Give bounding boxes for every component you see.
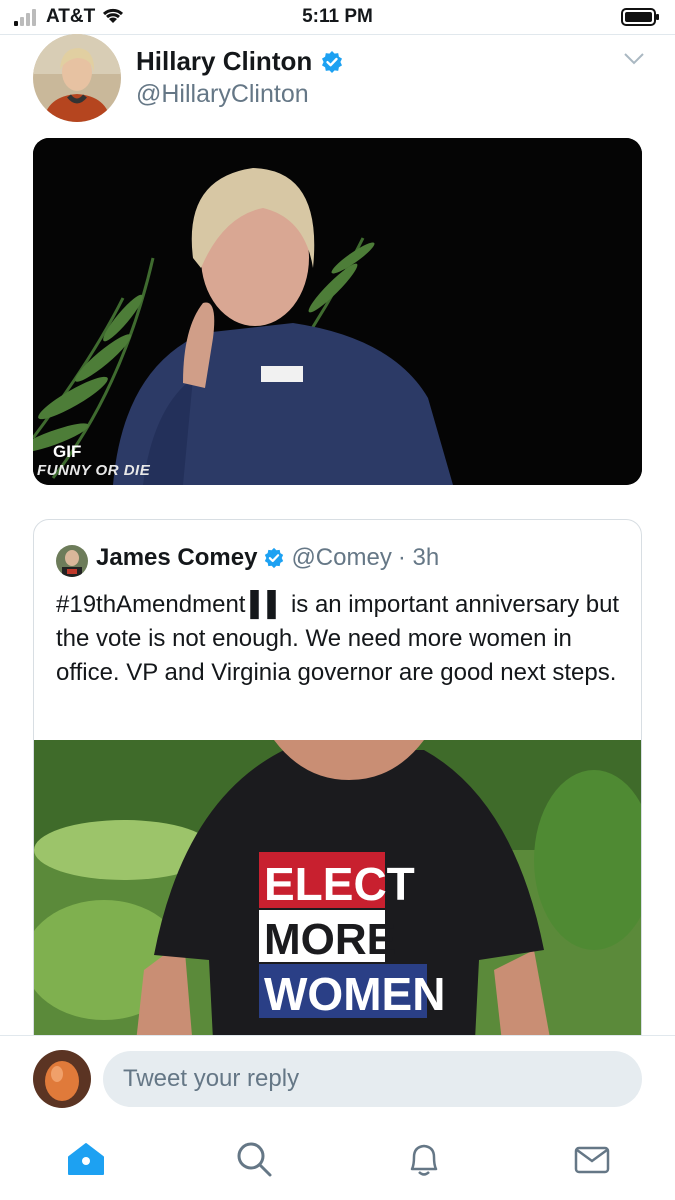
verified-badge-icon <box>322 50 343 73</box>
quoted-tweet[interactable]: James Comey @Comey · 3h #19thAmendment ▌… <box>33 519 642 1061</box>
quoted-header: James Comey @Comey · 3h <box>96 544 439 572</box>
author-handle[interactable]: @HillaryClinton <box>136 80 309 109</box>
verified-badge-icon <box>265 547 284 569</box>
status-bar: AT&T 5:11 PM <box>0 0 675 35</box>
home-icon[interactable] <box>66 1139 106 1179</box>
quoted-author-handle[interactable]: @Comey <box>291 544 391 572</box>
reply-bar: Tweet your reply <box>0 1035 675 1126</box>
shirt-line-2: MORE <box>264 915 396 964</box>
quoted-photo[interactable]: ELECT MORE WOMEN <box>34 740 641 1060</box>
quoted-timestamp: · 3h <box>397 544 440 571</box>
author-avatar[interactable] <box>33 34 121 122</box>
messages-icon[interactable] <box>572 1139 612 1179</box>
quoted-author-avatar[interactable] <box>56 545 88 577</box>
clock: 5:11 PM <box>302 6 373 27</box>
shirt-line-3: WOMEN <box>264 968 445 1020</box>
tweet-gif[interactable]: GIF FUNNY OR DIE <box>33 138 642 485</box>
notifications-icon[interactable] <box>404 1139 444 1179</box>
gif-badge: GIF <box>53 442 82 461</box>
watermark-logo: FUNNY OR DIE <box>37 462 151 479</box>
quoted-author-name[interactable]: James Comey <box>96 544 257 572</box>
shirt-line-1: ELECT <box>264 858 415 910</box>
author-name-text: Hillary Clinton <box>136 46 313 76</box>
search-icon[interactable] <box>234 1139 274 1179</box>
quoted-text: #19thAmendment ▌▌ is an important annive… <box>56 591 620 686</box>
user-avatar[interactable] <box>33 1050 91 1108</box>
battery-icon <box>621 8 659 26</box>
chevron-down-icon[interactable] <box>623 52 645 66</box>
reply-placeholder: Tweet your reply <box>123 1065 300 1092</box>
author-name[interactable]: Hillary Clinton <box>136 46 344 77</box>
tab-bar <box>0 1125 675 1200</box>
reply-input[interactable]: Tweet your reply <box>103 1051 642 1107</box>
